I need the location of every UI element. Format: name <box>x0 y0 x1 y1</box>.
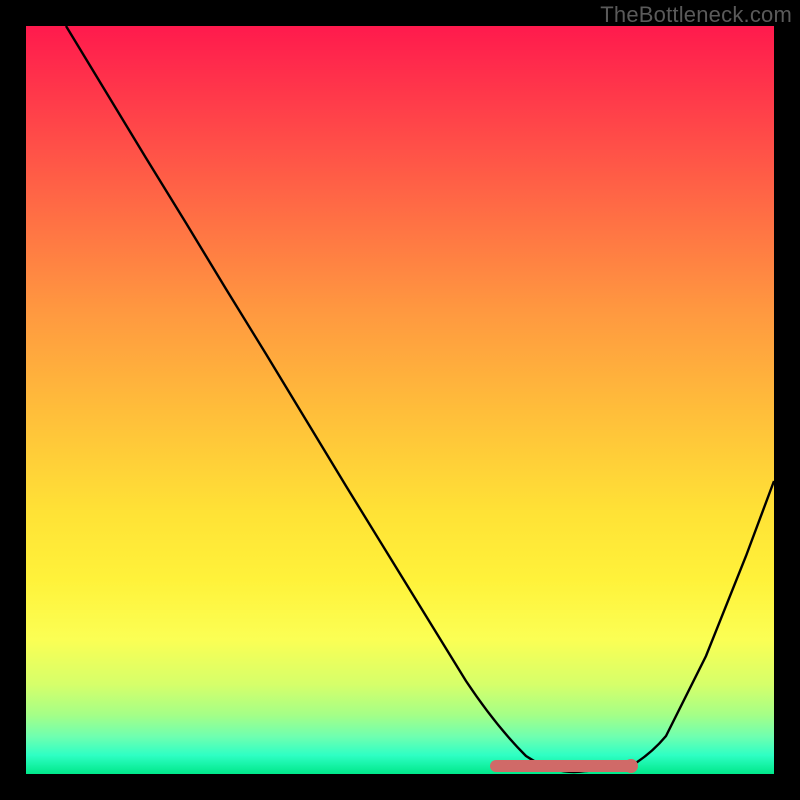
plot-area <box>26 26 774 774</box>
watermark-text: TheBottleneck.com <box>600 2 792 28</box>
chart-svg <box>26 26 774 774</box>
bottleneck-curve <box>66 26 774 772</box>
optimal-range-end-dot <box>624 759 638 773</box>
chart-frame: TheBottleneck.com <box>0 0 800 800</box>
